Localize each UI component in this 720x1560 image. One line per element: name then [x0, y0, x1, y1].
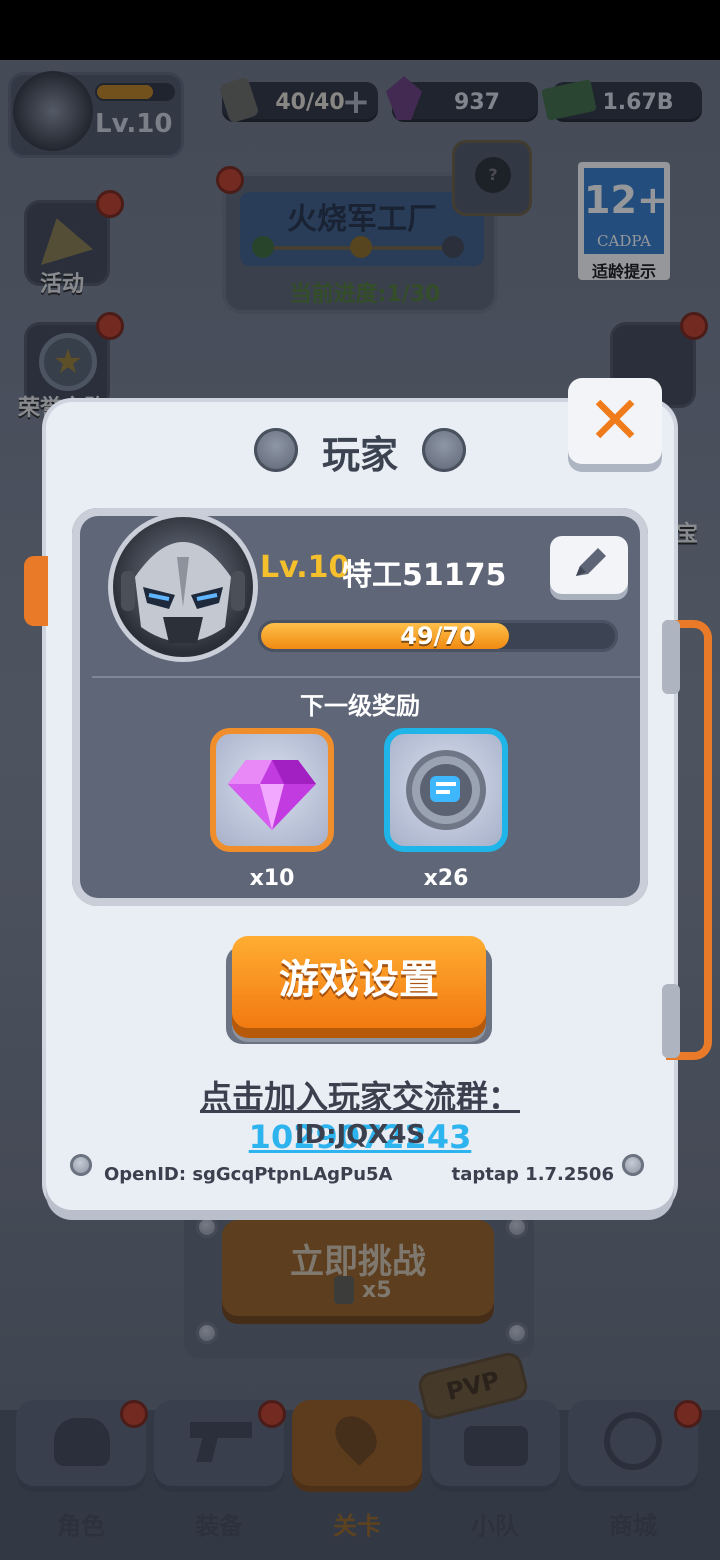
close-button[interactable]: ✕: [568, 378, 662, 464]
join-group-label: 点击加入玩家交流群：: [199, 1078, 520, 1116]
reward-item-gem[interactable]: [210, 728, 334, 852]
modal-right-rail-cap: [662, 620, 680, 694]
game-settings-button[interactable]: 游戏设置: [232, 936, 486, 1028]
game-settings-label: 游戏设置: [279, 957, 439, 1003]
screw: [70, 1154, 92, 1176]
title-decoration-right: [422, 428, 466, 472]
title-decoration-left: [254, 428, 298, 472]
fist-token-icon: [406, 750, 486, 830]
modal-right-rail-cap: [662, 984, 680, 1058]
player-name: 特工51175: [342, 558, 507, 593]
close-icon: ✕: [587, 382, 643, 459]
robot-helmet-icon: [121, 542, 245, 643]
app-version: taptap 1.7.2506: [451, 1164, 614, 1185]
status-bar: [0, 0, 720, 60]
reward-token-count: x26: [423, 866, 469, 891]
purple-gem-icon: [228, 760, 316, 830]
reward-item-token[interactable]: [384, 728, 508, 852]
screw: [622, 1154, 644, 1176]
next-level-reward-label: 下一级奖励: [300, 692, 420, 720]
modal-left-rail: [24, 556, 48, 626]
panel-divider: [92, 676, 640, 678]
open-id: OpenID: sgGcqPtpnLAgPu5A: [104, 1164, 393, 1185]
player-id: ID:JQX4S: [294, 1120, 426, 1150]
reward-gem-count: x10: [249, 866, 295, 891]
edit-name-button[interactable]: [550, 536, 628, 594]
modal-title: 玩家: [321, 433, 398, 477]
player-avatar: [108, 512, 258, 662]
xp-progress-text: 49/70: [400, 622, 476, 650]
player-level: Lv.10: [260, 550, 350, 585]
pencil-icon: [576, 548, 606, 576]
